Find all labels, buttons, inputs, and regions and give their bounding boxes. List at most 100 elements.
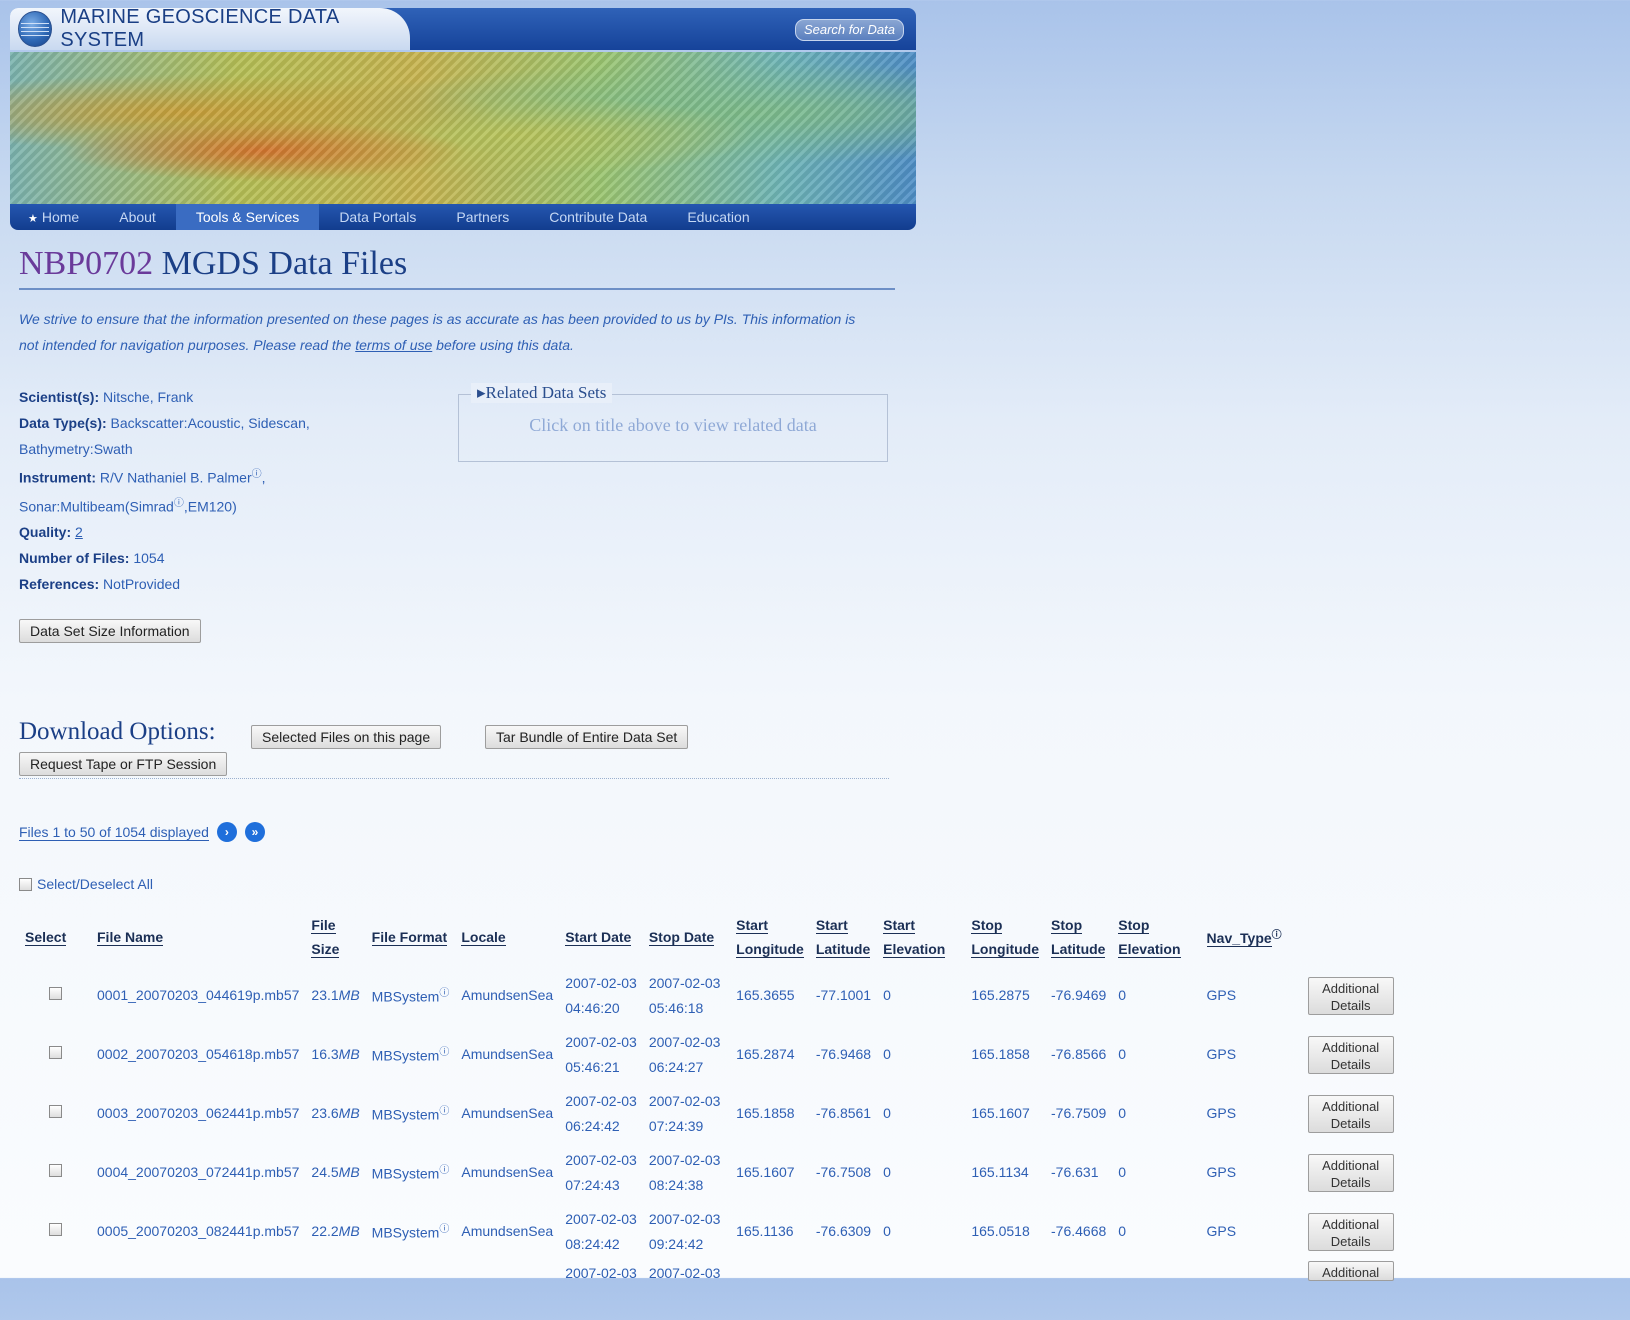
row-checkbox[interactable] <box>48 1223 62 1236</box>
col-stop-date[interactable]: Stop Date <box>643 908 730 966</box>
nav-item-education[interactable]: Education <box>667 209 769 225</box>
start-longitude: 165.1858 <box>736 1105 795 1121</box>
stop-date: 2007-02-03 09:24:42 <box>648 1210 721 1252</box>
related-data-hint: Click on title above to view related dat… <box>529 415 817 435</box>
start-longitude: 165.1607 <box>736 1164 795 1180</box>
col-details <box>1302 908 1400 966</box>
selected-files-button[interactable]: Selected Files on this page <box>251 725 442 749</box>
select-all[interactable]: Select/Deselect All <box>19 876 153 892</box>
nav-item-tools-services[interactable]: Tools & Services <box>175 204 320 230</box>
additional-details-button[interactable]: Additional Details <box>1307 1153 1394 1192</box>
data-set-size-button[interactable]: Data Set Size Information <box>19 619 201 643</box>
col-start-longitude[interactable]: Start Longitude <box>730 908 810 966</box>
info-icon[interactable]: ⓘ <box>1272 930 1282 941</box>
start-latitude: -77.1001 <box>815 987 872 1003</box>
additional-details-button[interactable]: Additional Details <box>1307 1094 1394 1133</box>
main-nav: ★ Home About Tools & Services Data Portal… <box>10 204 916 230</box>
additional-details-button[interactable]: Additional Details <box>1307 976 1394 1015</box>
globe-logo-icon <box>18 11 53 47</box>
nav-item-about[interactable]: About <box>99 209 176 225</box>
file-name-link[interactable]: 0005_20070203_082441p.mb57 <box>91 1202 305 1261</box>
home-icon: ★ <box>28 213 38 225</box>
col-start-date[interactable]: Start Date <box>559 908 643 966</box>
row-checkbox[interactable] <box>48 1105 62 1118</box>
stop-elevation: 0 <box>1118 1164 1127 1180</box>
file-format: MBSystemⓘ <box>371 988 450 1005</box>
scientist-row: Scientist(s): Nitsche, Frank <box>19 389 194 405</box>
file-format: MBSystemⓘ <box>371 1224 450 1241</box>
col-nav-type[interactable]: Nav_Typeⓘ <box>1201 908 1302 966</box>
col-select[interactable]: Select <box>19 908 91 966</box>
stop-elevation: 0 <box>1118 1105 1127 1121</box>
search-for-data-button[interactable]: Search for Data <box>794 19 904 41</box>
stop-latitude: -76.7509 <box>1051 1105 1107 1121</box>
row-select-cell <box>19 966 91 1025</box>
col-file-size[interactable]: File Size <box>305 908 365 966</box>
locale: AmundsenSea <box>461 987 554 1003</box>
datatype-row: Data Type(s): Backscatter:Acoustic, Side… <box>19 415 310 457</box>
col-start-elevation[interactable]: Start Elevation <box>877 908 965 966</box>
terms-of-use-link[interactable]: terms of use <box>355 337 432 353</box>
col-file-name[interactable]: File Name <box>91 908 305 966</box>
number-of-files-row: Number of Files: 1054 <box>19 550 165 567</box>
table-row: 0003_20070203_062441p.mb57 23.6MB MBSystem… <box>19 1084 1400 1143</box>
bathymetry-banner-image <box>10 52 916 204</box>
row-checkbox[interactable] <box>48 1046 62 1059</box>
col-stop-longitude[interactable]: Stop Longitude <box>965 908 1045 966</box>
related-data-sets-toggle[interactable]: ▸Related Data Sets <box>471 383 613 403</box>
info-icon[interactable]: ⓘ <box>174 498 184 509</box>
row-checkbox[interactable] <box>48 987 62 1000</box>
start-date: 2007-02-03 <box>565 1265 637 1281</box>
file-name-link[interactable]: 0003_20070203_062441p.mb57 <box>91 1084 305 1143</box>
nav-item-partners[interactable]: Partners <box>436 209 529 225</box>
select-all-checkbox[interactable] <box>19 877 32 891</box>
dataset-metadata: Scientist(s): Nitsche, Frank Data Type(s… <box>19 384 379 597</box>
tar-bundle-button[interactable]: Tar Bundle of Entire Data Set <box>485 725 689 749</box>
download-options-title: Download Options: <box>19 718 216 745</box>
col-start-latitude[interactable]: Start Latitude <box>810 908 877 966</box>
table-row-partial: 2007-02-03 2007-02-03 Additional <box>19 1261 1400 1320</box>
cruise-id-link[interactable]: NBP0702 <box>19 245 153 282</box>
file-name-link[interactable]: 0004_20070203_072441p.mb57 <box>91 1143 305 1202</box>
page-title: NBP0702 MGDS Data Files <box>19 244 895 290</box>
stop-latitude: -76.8566 <box>1051 1046 1107 1062</box>
stop-longitude: 165.1134 <box>971 1164 1029 1180</box>
row-checkbox[interactable] <box>48 1164 62 1177</box>
site-header: MARINE GEOSCIENCE DATA SYSTEM Search for… <box>10 6 916 51</box>
info-icon[interactable]: ⓘ <box>439 1224 449 1235</box>
col-stop-elevation[interactable]: Stop Elevation <box>1112 908 1200 966</box>
col-locale[interactable]: Locale <box>455 908 559 966</box>
start-elevation: 0 <box>883 1105 891 1121</box>
info-icon[interactable]: ⓘ <box>439 1106 449 1117</box>
nav-item-contribute-data[interactable]: Contribute Data <box>529 209 667 225</box>
col-file-format[interactable]: File Format <box>366 908 456 966</box>
file-name-link[interactable]: 0002_20070203_054618p.mb57 <box>91 1025 305 1084</box>
nav-item-data-portals[interactable]: Data Portals <box>319 209 436 225</box>
files-count: Files 1 to 50 of 1054 displayed › » <box>19 822 265 842</box>
last-page-icon[interactable]: » <box>244 822 265 842</box>
start-elevation: 0 <box>883 1164 891 1180</box>
additional-details-button[interactable]: Additional Details <box>1307 1212 1394 1251</box>
quality-row: Quality: 2 <box>19 524 83 541</box>
request-tape-button[interactable]: Request Tape or FTP Session <box>19 752 228 776</box>
additional-details-button[interactable]: Additional <box>1307 1261 1394 1281</box>
files-table: Select File Name File Size File Format Lo… <box>19 908 1400 1320</box>
details-cell: Additional Details <box>1302 1084 1400 1143</box>
row-select-cell <box>19 1025 91 1084</box>
info-icon[interactable]: ⓘ <box>252 469 262 480</box>
nav-item-home[interactable]: ★ Home <box>10 209 99 225</box>
additional-details-button[interactable]: Additional Details <box>1307 1035 1394 1074</box>
start-date: 2007-02-03 04:46:20 <box>565 974 637 1016</box>
file-name-link[interactable]: 0001_20070203_044619p.mb57 <box>91 966 305 1025</box>
start-elevation: 0 <box>883 987 891 1003</box>
site-title-tab[interactable]: MARINE GEOSCIENCE DATA SYSTEM <box>10 6 410 51</box>
file-size: 23.1MB <box>311 987 360 1003</box>
info-icon[interactable]: ⓘ <box>439 1165 449 1176</box>
quality-link[interactable]: 2 <box>75 524 83 540</box>
next-page-icon[interactable]: › <box>216 822 237 842</box>
col-stop-latitude[interactable]: Stop Latitude <box>1045 908 1112 966</box>
info-icon[interactable]: ⓘ <box>439 988 449 999</box>
info-icon[interactable]: ⓘ <box>439 1047 449 1058</box>
stop-date: 2007-02-03 05:46:18 <box>648 974 721 1016</box>
stop-longitude: 165.1607 <box>971 1105 1030 1121</box>
